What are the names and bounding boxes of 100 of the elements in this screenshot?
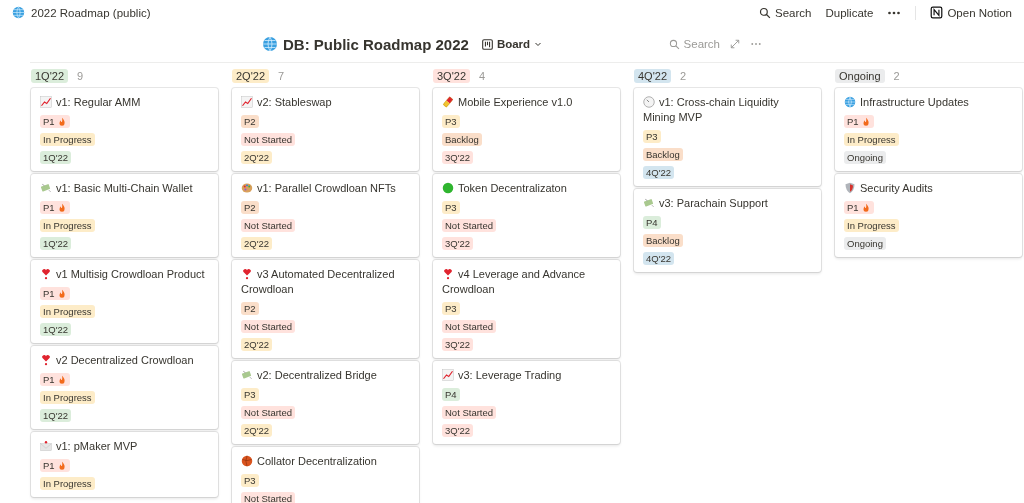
tag: P1 bbox=[844, 201, 874, 214]
group-label: 3Q'22 bbox=[433, 69, 470, 83]
tag: P1 bbox=[40, 287, 70, 300]
tag: Backlog bbox=[643, 148, 683, 161]
heart-icon bbox=[442, 268, 454, 280]
roadmap-card[interactable]: v2: Stableswap P2 Not Started 2Q'22 bbox=[232, 88, 419, 171]
tag: P1 bbox=[40, 115, 70, 128]
card-title: v3: Parachain Support bbox=[643, 196, 812, 211]
tag: 1Q'22 bbox=[40, 237, 72, 250]
tag: In Progress bbox=[40, 305, 95, 318]
shield-icon bbox=[844, 182, 856, 194]
tag: P1 bbox=[40, 201, 70, 214]
group-label: 2Q'22 bbox=[232, 69, 269, 83]
dial-icon bbox=[643, 96, 655, 108]
tag: 2Q'22 bbox=[241, 151, 273, 164]
card-title: Token Decentralizaton bbox=[442, 181, 611, 196]
tag: P4 bbox=[442, 388, 460, 401]
tag: 2Q'22 bbox=[241, 237, 273, 250]
tag: 2Q'22 bbox=[241, 424, 273, 437]
roadmap-card[interactable]: Security Audits P1 In Progress Ongoing bbox=[835, 174, 1022, 257]
heart-icon bbox=[40, 354, 52, 366]
board-icon bbox=[481, 38, 493, 50]
tag: P3 bbox=[241, 474, 259, 487]
roadmap-card[interactable]: v1: pMaker MVP P1 In Progress bbox=[31, 432, 218, 497]
group-label: Ongoing bbox=[835, 69, 885, 83]
tag: P1 bbox=[40, 459, 70, 472]
expand-icon[interactable] bbox=[730, 39, 740, 49]
roadmap-card[interactable]: Collator Decentralization P3 Not Started bbox=[232, 447, 419, 503]
tag: 2Q'22 bbox=[241, 338, 273, 351]
tag: Backlog bbox=[442, 133, 482, 146]
heart-icon bbox=[40, 268, 52, 280]
group-count: 7 bbox=[278, 70, 285, 82]
chart-icon bbox=[241, 96, 253, 108]
tag: Ongoing bbox=[844, 151, 886, 164]
card-title: Infrastructure Updates bbox=[844, 95, 1013, 110]
tag: Not Started bbox=[442, 219, 497, 232]
chart-icon bbox=[40, 96, 52, 108]
money-icon bbox=[643, 197, 655, 209]
ball-icon bbox=[241, 455, 253, 467]
roadmap-card[interactable]: v3 Automated Decentralized Crowdloan P2 Not Started 2Q'22 bbox=[232, 260, 419, 358]
roadmap-card[interactable]: v1: Cross-chain Liquidity Mining MVP P3 Backlog 4Q'22 bbox=[634, 88, 821, 186]
roadmap-card[interactable]: v1 Multisig Crowdloan Product P1 In Progress 1Q'22 bbox=[31, 260, 218, 343]
circle-icon bbox=[442, 182, 454, 194]
open-notion-button[interactable]: Open Notion bbox=[930, 6, 1012, 19]
search-icon bbox=[668, 38, 680, 50]
tag: Not Started bbox=[241, 219, 296, 232]
money-icon bbox=[40, 182, 52, 194]
card-title: Mobile Experience v1.0 bbox=[442, 95, 611, 110]
roadmap-card[interactable]: v1: Parallel Crowdloan NFTs P2 Not Started 2Q'22 bbox=[232, 174, 419, 257]
tag: In Progress bbox=[844, 219, 899, 232]
tag: P3 bbox=[241, 388, 259, 401]
roadmap-card[interactable]: Infrastructure Updates P1 In Progress Ongoing bbox=[835, 88, 1022, 171]
tag: In Progress bbox=[40, 133, 95, 146]
globe-icon bbox=[844, 96, 856, 108]
roadmap-card[interactable]: v2: Decentralized Bridge P3 Not Started 2Q'22 bbox=[232, 361, 419, 444]
roadmap-card[interactable]: v3: Parachain Support P4 Backlog 4Q'22 bbox=[634, 189, 821, 272]
heart-icon bbox=[241, 268, 253, 280]
tag: P3 bbox=[442, 201, 460, 214]
notion-logo-icon bbox=[930, 6, 944, 19]
card-title: v3 Automated Decentralized Crowdloan bbox=[241, 267, 396, 297]
duplicate-button[interactable]: Duplicate bbox=[825, 6, 874, 19]
tag: P3 bbox=[442, 115, 460, 128]
tag: 3Q'22 bbox=[442, 237, 474, 250]
group-label: 4Q'22 bbox=[634, 69, 671, 83]
roadmap-card[interactable]: v1: Regular AMM P1 In Progress 1Q'22 bbox=[31, 88, 218, 171]
card-title: v1: Basic Multi-Chain Wallet bbox=[40, 181, 209, 196]
roadmap-card[interactable]: Token Decentralizaton P3 Not Started 3Q'22 bbox=[433, 174, 620, 257]
tag: P1 bbox=[844, 115, 874, 128]
tag: P2 bbox=[241, 115, 259, 128]
chart-icon bbox=[442, 369, 454, 381]
card-title: v1: Parallel Crowdloan NFTs bbox=[241, 181, 410, 196]
tag: Backlog bbox=[643, 234, 683, 247]
tag: 4Q'22 bbox=[643, 166, 675, 179]
tag: P1 bbox=[40, 373, 70, 386]
card-title: Collator Decentralization bbox=[241, 454, 410, 469]
tag: 3Q'22 bbox=[442, 424, 474, 437]
tag: Not Started bbox=[241, 492, 296, 503]
tag: In Progress bbox=[40, 219, 95, 232]
view-dropdown[interactable]: Board bbox=[478, 36, 546, 52]
card-title: v1 Multisig Crowdloan Product bbox=[40, 267, 209, 282]
tag: Ongoing bbox=[844, 237, 886, 250]
globe-icon bbox=[12, 6, 25, 19]
group-count: 4 bbox=[479, 70, 486, 82]
tag: P2 bbox=[241, 302, 259, 315]
roadmap-card[interactable]: v3: Leverage Trading P4 Not Started 3Q'22 bbox=[433, 361, 620, 444]
money-icon bbox=[241, 369, 253, 381]
search-button[interactable]: Search bbox=[759, 6, 812, 19]
tag: P2 bbox=[241, 201, 259, 214]
tag: 1Q'22 bbox=[40, 323, 72, 336]
tag: In Progress bbox=[844, 133, 899, 146]
card-title: v1: pMaker MVP bbox=[40, 439, 209, 454]
roadmap-card[interactable]: v2 Decentralized Crowdloan P1 In Progress 1Q'22 bbox=[31, 346, 218, 429]
roadmap-card[interactable]: v1: Basic Multi-Chain Wallet P1 In Progress 1Q'22 bbox=[31, 174, 218, 257]
card-title: v4 Leverage and Advance Crowdloan bbox=[442, 267, 587, 297]
pill-icon bbox=[442, 96, 454, 108]
card-title: v1: Regular AMM bbox=[40, 95, 209, 110]
roadmap-card[interactable]: Mobile Experience v1.0 P3 Backlog 3Q'22 bbox=[433, 88, 620, 171]
group-count: 2 bbox=[893, 70, 900, 82]
roadmap-card[interactable]: v4 Leverage and Advance Crowdloan P3 Not Started 3Q'22 bbox=[433, 260, 620, 358]
caret-icon bbox=[534, 40, 543, 48]
